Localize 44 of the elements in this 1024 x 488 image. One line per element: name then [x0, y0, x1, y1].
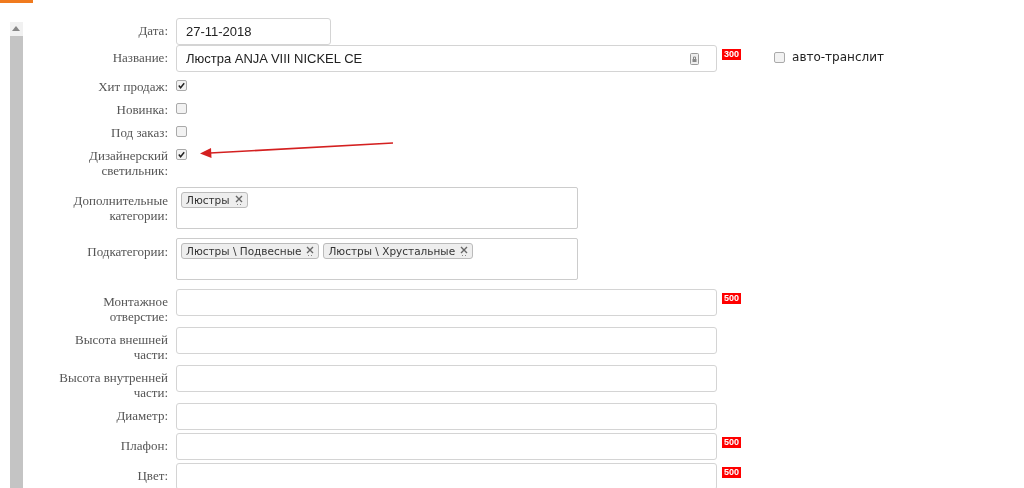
selected-tag[interactable]: Люстры — [181, 192, 248, 208]
character-limit-badge: 300 — [722, 49, 742, 60]
text-input-field[interactable] — [176, 327, 717, 354]
character-limit-badge: 500 — [722, 437, 742, 448]
field-label: Под заказ: — [110, 124, 168, 140]
selected-tag[interactable]: Люстры \ Подвесные — [181, 243, 320, 259]
checkbox[interactable] — [774, 51, 786, 63]
checkbox-label: авто-транслит — [792, 50, 884, 64]
selected-tag[interactable]: Люстры \ Хрустальные — [323, 243, 474, 259]
text-input-field[interactable]: 27-11-2018 — [176, 18, 331, 45]
checkbox[interactable] — [176, 103, 187, 114]
field-label: Название: — [111, 49, 168, 65]
checkbox[interactable] — [176, 80, 187, 91]
text-input-field[interactable] — [176, 289, 717, 316]
text-input-field[interactable] — [176, 365, 717, 392]
field-label: Дополнительные категории: — [72, 192, 168, 223]
field-label: Хит продаж: — [97, 78, 168, 94]
multi-select-field[interactable]: Люстры \ Подвесные Люстры \ Хрустальные — [176, 238, 578, 280]
field-label: Диаметр: — [115, 407, 168, 423]
checkbox[interactable] — [176, 126, 187, 137]
checkbox[interactable] — [176, 149, 187, 160]
remove-icon[interactable] — [306, 246, 315, 256]
character-limit-badge: 500 — [722, 293, 742, 304]
field-label: Высота внешней части: — [74, 331, 168, 362]
field-label: Новинка: — [115, 101, 168, 117]
active-tab-indicator — [0, 0, 33, 3]
character-limit-badge: 500 — [722, 467, 742, 478]
multi-select-field[interactable]: Люстры — [176, 187, 578, 229]
field-label: Подкатегории: — [86, 243, 168, 259]
lock-icon[interactable] — [690, 52, 699, 65]
field-label: Цвет: — [136, 467, 168, 483]
field-label: Плафон: — [119, 437, 168, 453]
scrollbar[interactable] — [10, 22, 23, 488]
text-input-field[interactable] — [176, 403, 717, 430]
scroll-up-icon[interactable] — [12, 26, 20, 31]
text-input-field[interactable] — [176, 463, 717, 488]
field-label: Высота внутренней части: — [58, 369, 168, 400]
text-input-field[interactable]: Люстра ANJA VIII NICKEL CE — [176, 45, 717, 72]
remove-icon[interactable] — [460, 246, 469, 256]
field-label: Монтажное отверстие: — [102, 293, 168, 324]
text-input-field[interactable] — [176, 433, 717, 460]
field-label: Дата: — [137, 22, 168, 38]
field-label: Дизайнерский светильник: — [88, 147, 168, 178]
remove-icon[interactable] — [234, 195, 243, 205]
